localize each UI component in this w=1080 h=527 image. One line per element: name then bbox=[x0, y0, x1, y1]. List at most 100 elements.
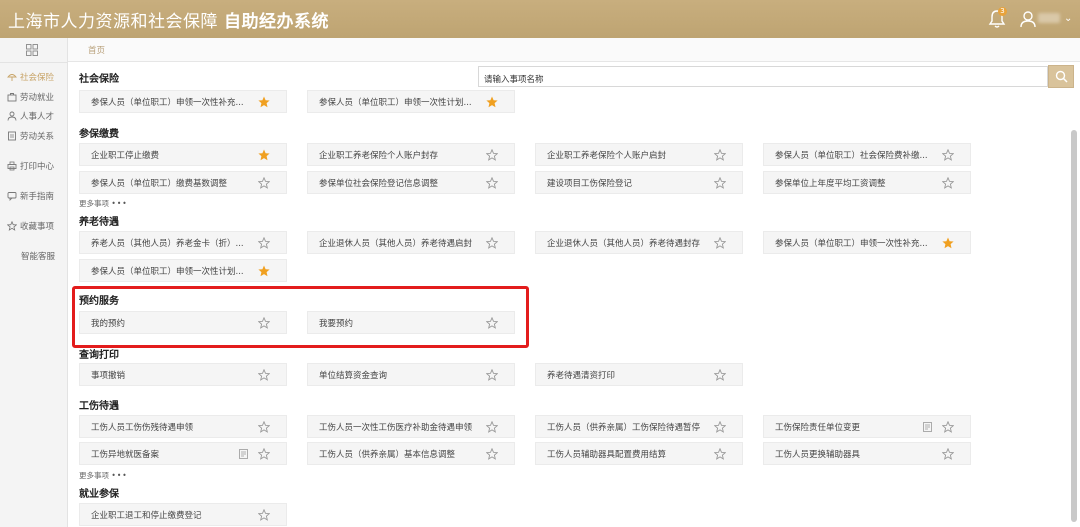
document-icon[interactable] bbox=[239, 449, 248, 459]
star-outline-icon[interactable] bbox=[486, 421, 498, 433]
more-items-label: 更多事项 bbox=[79, 199, 109, 208]
service-card-label: 企业职工养老保险个人账户封存 bbox=[319, 150, 439, 161]
chevron-down-icon[interactable]: ⌄ bbox=[1064, 13, 1072, 24]
service-card[interactable]: 企业职工停止缴费 bbox=[79, 143, 287, 166]
service-card[interactable]: 参保人员（单位职工）申领一次性补充... bbox=[763, 231, 971, 254]
service-card-label: 参保人员（单位职工）申领一次性补充... bbox=[775, 238, 928, 249]
user-name-redacted[interactable] bbox=[1038, 13, 1060, 23]
sidebar-item-label: 劳动就业 bbox=[20, 93, 55, 103]
star-outline-icon[interactable] bbox=[714, 369, 726, 381]
service-card[interactable]: 建设项目工伤保险登记 bbox=[535, 171, 743, 194]
more-dots-icon: ••• bbox=[111, 471, 128, 480]
service-card-label: 企业职工养老保险个人账户启封 bbox=[547, 150, 667, 161]
sidebar: 社会保险 劳动就业 人事人才 劳动关系 打印中心 新手指南 收藏事项 智能客服 bbox=[0, 38, 68, 527]
sidebar-item-smart-service[interactable]: 智能客服 bbox=[0, 248, 68, 264]
service-card[interactable]: 参保人员（单位职工）缴费基数调整 bbox=[79, 171, 287, 194]
app-title-strong: 自助经办系统 bbox=[224, 11, 329, 32]
star-outline-icon[interactable] bbox=[942, 149, 954, 161]
star-outline-icon[interactable] bbox=[258, 369, 270, 381]
section-title-pension: 养老待遇 bbox=[79, 217, 119, 228]
service-card[interactable]: 事项撤销 bbox=[79, 363, 287, 386]
star-filled-icon[interactable] bbox=[258, 96, 270, 108]
service-card[interactable]: 工伤人员更换辅助器具 bbox=[763, 442, 971, 465]
service-card[interactable]: 养老待遇清资打印 bbox=[535, 363, 743, 386]
star-outline-icon[interactable] bbox=[714, 448, 726, 460]
service-card[interactable]: 单位结算资金查询 bbox=[307, 363, 515, 386]
service-card[interactable]: 参保人员（单位职工）社会保险费补缴... bbox=[763, 143, 971, 166]
section-title-query-print: 查询打印 bbox=[79, 350, 119, 361]
breadcrumb: 首页 bbox=[68, 38, 1080, 62]
service-card[interactable]: 参保人员（单位职工）申领一次性补充... bbox=[79, 90, 287, 113]
star-outline-icon[interactable] bbox=[486, 149, 498, 161]
star-filled-icon[interactable] bbox=[258, 265, 270, 277]
service-card[interactable]: 工伤异地就医备案 bbox=[79, 442, 287, 465]
star-outline-icon[interactable] bbox=[714, 149, 726, 161]
star-outline-icon[interactable] bbox=[714, 237, 726, 249]
star-outline-icon[interactable] bbox=[486, 237, 498, 249]
star-outline-icon[interactable] bbox=[942, 421, 954, 433]
service-card[interactable]: 我要预约 bbox=[307, 311, 515, 334]
star-outline-icon[interactable] bbox=[258, 448, 270, 460]
service-card[interactable]: 企业退休人员（其他人员）养老待遇封存 bbox=[535, 231, 743, 254]
chat-icon bbox=[7, 192, 17, 201]
service-card[interactable]: 工伤人员辅助器具配置费用结算 bbox=[535, 442, 743, 465]
service-card[interactable]: 工伤人员一次性工伤医疗补助金待遇申领 bbox=[307, 415, 515, 438]
service-card[interactable]: 工伤人员工伤伤残待遇申领 bbox=[79, 415, 287, 438]
service-card[interactable]: 养老人员（其他人员）养老金卡（折）... bbox=[79, 231, 287, 254]
service-card[interactable]: 参保人员（单位职工）申领一次性计划... bbox=[307, 90, 515, 113]
sidebar-item-label: 人事人才 bbox=[20, 112, 55, 122]
search-input[interactable] bbox=[479, 70, 1047, 90]
service-card[interactable]: 企业职工养老保险个人账户启封 bbox=[535, 143, 743, 166]
star-outline-icon[interactable] bbox=[258, 509, 270, 521]
star-filled-icon[interactable] bbox=[942, 237, 954, 249]
service-card-label: 我要预约 bbox=[319, 318, 354, 329]
star-outline-icon[interactable] bbox=[486, 448, 498, 460]
service-card[interactable]: 企业退休人员（其他人员）养老待遇启封 bbox=[307, 231, 515, 254]
sidebar-item-employment[interactable]: 劳动就业 bbox=[0, 89, 68, 105]
star-outline-icon[interactable] bbox=[486, 317, 498, 329]
sidebar-item-favorites[interactable]: 收藏事项 bbox=[0, 218, 68, 234]
notification-badge: 3 bbox=[998, 7, 1007, 16]
app-title-prefix: 上海市人力资源和社会保障 bbox=[8, 11, 218, 32]
star-outline-icon[interactable] bbox=[486, 369, 498, 381]
sidebar-item-talent[interactable]: 人事人才 bbox=[0, 108, 68, 124]
user-avatar-icon[interactable] bbox=[1018, 9, 1038, 29]
sidebar-item-labor-relations[interactable]: 劳动关系 bbox=[0, 128, 68, 144]
star-outline-icon[interactable] bbox=[942, 177, 954, 189]
star-outline-icon[interactable] bbox=[258, 237, 270, 249]
vertical-scrollbar[interactable] bbox=[1070, 62, 1078, 527]
service-card[interactable]: 工伤保险责任单位变更 bbox=[763, 415, 971, 438]
more-items-link[interactable]: 更多事项 ••• bbox=[79, 470, 128, 481]
sidebar-item-guide[interactable]: 新手指南 bbox=[0, 188, 68, 204]
service-card-label: 工伤人员辅助器具配置费用结算 bbox=[547, 449, 667, 460]
service-card[interactable]: 参保单位上年度平均工资调整 bbox=[763, 171, 971, 194]
service-card[interactable]: 参保单位社会保险登记信息调整 bbox=[307, 171, 515, 194]
star-outline-icon[interactable] bbox=[714, 177, 726, 189]
star-outline-icon[interactable] bbox=[258, 317, 270, 329]
sidebar-item-social-insurance[interactable]: 社会保险 bbox=[0, 69, 68, 85]
scrollbar-thumb[interactable] bbox=[1071, 130, 1077, 522]
star-filled-icon[interactable] bbox=[486, 96, 498, 108]
grid-menu-icon[interactable] bbox=[26, 44, 38, 56]
star-outline-icon[interactable] bbox=[486, 177, 498, 189]
sidebar-item-label: 社会保险 bbox=[20, 73, 55, 83]
service-card-label: 工伤人员一次性工伤医疗补助金待遇申领 bbox=[319, 422, 473, 433]
service-card[interactable]: 企业职工退工和停止缴费登记 bbox=[79, 503, 287, 526]
service-card[interactable]: 我的预约 bbox=[79, 311, 287, 334]
service-card-label: 养老待遇清资打印 bbox=[547, 370, 616, 381]
star-outline-icon[interactable] bbox=[258, 421, 270, 433]
star-outline-icon[interactable] bbox=[942, 448, 954, 460]
document-icon[interactable] bbox=[923, 422, 932, 432]
star-outline-icon[interactable] bbox=[258, 177, 270, 189]
service-card[interactable]: 参保人员（单位职工）申领一次性计划... bbox=[79, 259, 287, 282]
service-card-label: 参保单位社会保险登记信息调整 bbox=[319, 178, 439, 189]
service-card[interactable]: 企业职工养老保险个人账户封存 bbox=[307, 143, 515, 166]
briefcase-icon bbox=[7, 93, 17, 102]
star-filled-icon[interactable] bbox=[258, 149, 270, 161]
more-items-link[interactable]: 更多事项 ••• bbox=[79, 198, 128, 209]
breadcrumb-home[interactable]: 首页 bbox=[88, 44, 105, 56]
sidebar-item-print-center[interactable]: 打印中心 bbox=[0, 158, 68, 174]
service-card[interactable]: 工伤人员（供养亲属）基本信息调整 bbox=[307, 442, 515, 465]
service-card[interactable]: 工伤人员（供养亲属）工伤保险待遇暂停 bbox=[535, 415, 743, 438]
star-outline-icon[interactable] bbox=[714, 421, 726, 433]
